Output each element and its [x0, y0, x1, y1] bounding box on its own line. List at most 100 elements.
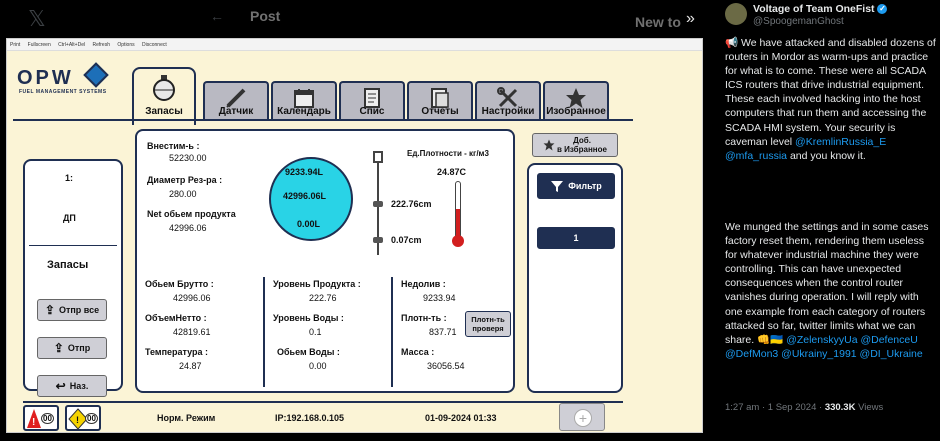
views-label: Views [858, 402, 884, 413]
net-volume2-value: 42819.61 [173, 327, 211, 337]
author-name[interactable]: Voltage of Team OneFist ✓ [753, 3, 888, 15]
diameter-value: 280.00 [169, 189, 197, 199]
tab-label: Календарь [277, 106, 331, 117]
export-all-button[interactable]: ⇪ Отпр все [37, 299, 107, 321]
toolbar-options[interactable]: Options [117, 42, 134, 48]
mention-link[interactable]: @KremlinRussia_E [795, 136, 886, 148]
tank-selector-panel: 1: ДП Запасы ⇪ Отпр все ⇪ Отпр ↩ Наз. [23, 159, 123, 397]
export-button[interactable]: ⇪ Отпр [37, 337, 107, 359]
tab-reports[interactable]: Отчеты [407, 81, 473, 119]
tank-number: 1: [65, 173, 74, 183]
toolbar-fullscreen[interactable]: Fullscreen [28, 42, 51, 48]
star-icon [543, 139, 555, 151]
upload-icon: ⇪ [44, 303, 55, 317]
tab-inventory[interactable]: Запасы [132, 67, 196, 125]
tab-label: Настройки [481, 106, 535, 117]
column-divider [263, 277, 265, 387]
tab-calendar[interactable]: Календарь [271, 81, 337, 119]
tweet-paragraph-2: We munged the settings and in some cases… [725, 220, 937, 361]
tank-details-panel: Внестим-ь : 52230.00 Диаметр Рез-ра : 28… [135, 129, 515, 393]
add-button[interactable]: + [559, 403, 605, 431]
mention-link[interactable]: @mfa_russia [725, 150, 787, 162]
post-header: Post [250, 8, 281, 24]
product-level-reading: 222.76cm [391, 199, 432, 209]
svg-text:!: ! [76, 415, 79, 425]
tab-label: Спис [359, 106, 385, 117]
filter-panel: Фильтр 1 [527, 163, 623, 393]
toolbar-disconnect[interactable]: Disconnect [142, 42, 167, 48]
tank-water-readout: 0.00L [297, 219, 321, 229]
toolbar-print[interactable]: Print [10, 42, 20, 48]
tab-list[interactable]: Спис [339, 81, 405, 119]
ip-status: IP:192.168.0.105 [275, 413, 345, 423]
export-label: Отпр [67, 343, 91, 353]
screenshot-image: Print Fullscreen Ctrl+Alt+Del Refresh Op… [6, 38, 703, 433]
filter-icon [551, 181, 564, 192]
new-to-header: New to [635, 14, 681, 30]
filter-label: Фильтр [568, 181, 602, 191]
tweet-paragraph-1: 📢 We have attacked and disabled dozens o… [725, 36, 937, 163]
opw-logo: OPW [17, 67, 74, 89]
water-level-label: Уровень Воды : [273, 313, 344, 323]
mode-status: Норм. Режим [157, 413, 216, 423]
tab-settings[interactable]: Настройки [475, 81, 541, 119]
tank-volume-readout: 42996.06L [283, 191, 327, 201]
temperature-value: 24.87 [179, 361, 202, 371]
filter-button[interactable]: Фильтр [537, 173, 615, 199]
toolbar-ctrlaltdel[interactable]: Ctrl+Alt+Del [58, 42, 85, 48]
tab-baseline [13, 119, 633, 121]
tank-ullage-readout: 9233.94L [285, 167, 324, 177]
hmi-screen: OPW FUEL MANAGEMENT SYSTEMS Запасы Датчи… [7, 51, 702, 432]
density-value: 837.71 [429, 327, 457, 337]
views-count: 330.3K [824, 402, 856, 413]
back-button[interactable]: ↩ Наз. [37, 375, 107, 397]
remote-toolbar: Print Fullscreen Ctrl+Alt+Del Refresh Op… [7, 39, 702, 51]
avatar[interactable] [725, 3, 747, 25]
product-level-label: Уровень Продукта : [273, 279, 361, 289]
gross-volume-label: Обьем Брутто : [145, 279, 214, 289]
status-divider [23, 401, 623, 403]
author-handle[interactable]: @SpoogemanGhost [753, 16, 844, 27]
add-favorite-button[interactable]: Доб. в Избранное [532, 133, 618, 157]
water-volume-value: 0.00 [309, 361, 327, 371]
tab-label: Датчик [218, 106, 254, 117]
density-check-button[interactable]: Плотн-ть проверя [465, 311, 511, 337]
warning-indicator[interactable]: ! 00 [65, 405, 101, 431]
tank-list-item-label: 1 [573, 233, 579, 243]
plus-icon: + [574, 409, 592, 427]
density-check-line1: Плотн-ть [471, 315, 505, 324]
tweet-time[interactable]: 1:27 am · 1 Sep 2024 · [725, 402, 822, 413]
tweet-text-1-end: and you know it. [789, 149, 866, 162]
double-chevron-icon[interactable]: » [686, 10, 695, 28]
tab-label: Изобранное [546, 106, 606, 117]
back-arrow-icon[interactable]: ← [210, 8, 224, 24]
ullage-value: 9233.94 [423, 293, 456, 303]
alarm-indicator[interactable]: ! 00 [23, 405, 59, 431]
alarm-count: 00 [41, 413, 54, 424]
tank-list-item[interactable]: 1 [537, 227, 615, 249]
water-float-icon [373, 237, 383, 243]
toolbar-refresh[interactable]: Refresh [92, 42, 110, 48]
divider [29, 245, 117, 246]
water-level-reading: 0.07cm [391, 235, 422, 245]
warning-count: 00 [85, 413, 98, 424]
net-volume-label: Net обьем продукта [147, 209, 236, 219]
temperature-label: Температура : [145, 347, 209, 357]
tab-favorites[interactable]: Изобранное [543, 81, 609, 119]
water-level-value: 0.1 [309, 327, 322, 337]
verified-badge-icon: ✓ [877, 4, 888, 15]
upload-icon: ⇪ [53, 341, 64, 355]
tab-sensor[interactable]: Датчик [203, 81, 269, 119]
probe-head-icon [373, 151, 383, 163]
density-unit-label: Ед.Плотности - кг/м3 [407, 149, 489, 158]
tweet-text-2: We munged the settings and in some cases… [725, 221, 929, 346]
mentions-tail-links[interactable]: @ZelenskyyUa @DefenceU @DefMon3 @Ukrainy… [725, 334, 923, 360]
screen: { "twitter": { "post_label": "Post", "ne… [0, 0, 940, 441]
add-favorite-line1: Доб. [573, 136, 591, 145]
x-logo-icon[interactable]: 𝕏 [28, 6, 46, 32]
tab-label: Запасы [145, 106, 183, 117]
export-all-label: Отпр все [58, 305, 100, 315]
logo-diamond-icon [83, 62, 109, 88]
density-label: Плотн-ть : [401, 313, 447, 323]
author-name-text: Voltage of Team OneFist [753, 3, 875, 15]
